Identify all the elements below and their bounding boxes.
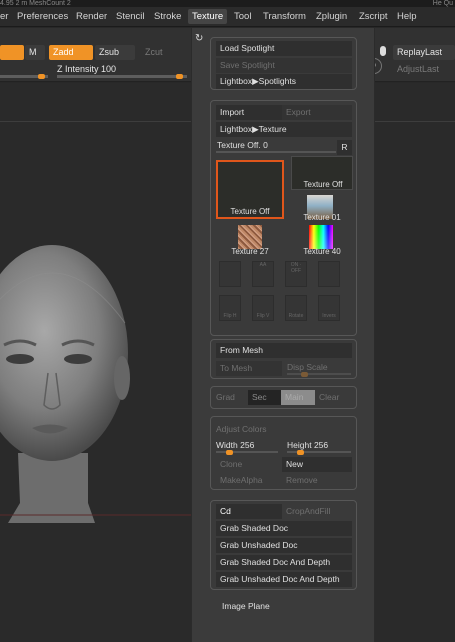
remove-button[interactable]: Remove	[282, 473, 352, 488]
make-alpha-button[interactable]: MakeAlpha	[216, 473, 282, 488]
menu-item-partial[interactable]: er	[0, 11, 8, 22]
lightbox-spotlights-button[interactable]: Lightbox▶Spotlights	[216, 74, 352, 89]
menu-bar: er Preferences Render Stencil Stroke Tex…	[0, 7, 455, 27]
lightbox-texture-button[interactable]: Lightbox▶Texture	[216, 122, 352, 137]
mesh-group: From Mesh To Mesh Disp Scale	[210, 339, 357, 379]
menu-item-preferences[interactable]: Preferences	[17, 11, 68, 22]
load-spotlight-button[interactable]: Load Spotlight	[216, 41, 352, 56]
on-off-icon[interactable]: ON · OFF	[285, 261, 307, 287]
save-spotlight-button[interactable]: Save Spotlight	[216, 58, 352, 73]
z-intensity-label: Z Intensity	[57, 64, 99, 74]
grab-shaded-doc-depth-button[interactable]: Grab Shaded Doc And Depth	[216, 555, 352, 570]
texture-thumb-label: Texture Off	[230, 207, 270, 216]
zcut-button[interactable]: Zcut	[141, 45, 181, 60]
width-knob[interactable]	[226, 450, 233, 455]
spotlight-group: Load Spotlight Save Spotlight Lightbox▶S…	[210, 37, 357, 90]
texture-option-icon[interactable]	[219, 261, 241, 287]
brush-icon[interactable]	[380, 46, 386, 56]
z-intensity-value: 100	[101, 64, 117, 74]
grab-doc-group: Cd CropAndFill Grab Shaded Doc Grab Unsh…	[210, 500, 357, 590]
adjust-last-button[interactable]: AdjustLast	[393, 62, 455, 77]
from-mesh-button[interactable]: From Mesh	[216, 343, 352, 358]
adjust-group: Adjust Colors Width 256 Height 256 Clone…	[210, 416, 357, 490]
menu-item-tool[interactable]: Tool	[234, 11, 251, 22]
flip-v-icon[interactable]: Flip V	[252, 295, 274, 321]
title-strip-right: He Qu	[432, 0, 453, 7]
width-value: 256	[240, 440, 255, 450]
new-button[interactable]: New	[282, 457, 352, 472]
z-intensity-knob[interactable]	[176, 74, 183, 79]
height-knob[interactable]	[297, 450, 304, 455]
grad-label: Grad	[216, 392, 235, 402]
sec-color-swatch[interactable]: Sec	[248, 390, 281, 405]
m-button[interactable]: M	[25, 45, 45, 60]
image-plane-submenu[interactable]: Image Plane	[222, 601, 270, 611]
clear-button[interactable]: Clear	[319, 392, 339, 402]
title-strip-text: 4.95 2 m MeshCount 2	[0, 0, 71, 7]
disp-scale-knob[interactable]	[301, 372, 308, 377]
import-button[interactable]: Import	[216, 105, 282, 120]
cd-button[interactable]: Cd	[216, 504, 282, 519]
main-color-swatch[interactable]: Main	[281, 390, 315, 405]
cellular-icon[interactable]	[318, 261, 340, 287]
export-button[interactable]: Export	[282, 105, 352, 120]
texture-off-slider[interactable]	[216, 151, 336, 153]
texture-thumb-label: Texture 27	[231, 247, 269, 256]
menu-item-transform[interactable]: Transform	[263, 11, 306, 22]
refresh-icon[interactable]: ↻	[195, 33, 203, 44]
texture-group: Import Export Lightbox▶Texture Texture O…	[210, 100, 357, 336]
antialias-icon[interactable]: AA	[252, 261, 274, 287]
zsub-button[interactable]: Zsub	[95, 45, 135, 60]
grab-unshaded-doc-depth-button[interactable]: Grab Unshaded Doc And Depth	[216, 572, 352, 587]
menu-item-stroke[interactable]: Stroke	[154, 11, 181, 22]
texture-off-slider-label: Texture Off. 0	[217, 140, 268, 150]
height-value: 256	[313, 440, 329, 450]
gradient-group: Grad Sec Main Clear	[210, 386, 357, 409]
texture-thumb-40[interactable]	[309, 225, 333, 249]
title-strip: 4.95 2 m MeshCount 2 He Qu	[0, 0, 455, 7]
clone-button[interactable]: Clone	[216, 457, 282, 472]
replay-last-button[interactable]: ReplayLast	[393, 45, 455, 60]
texture-thumb-label: Texture 01	[303, 213, 341, 222]
z-intensity-slider[interactable]	[57, 75, 187, 78]
adjust-colors-button[interactable]: Adjust Colors	[216, 424, 267, 434]
texture-palette: ↻ Load Spotlight Save Spotlight Lightbox…	[191, 28, 375, 642]
grab-unshaded-doc-button[interactable]: Grab Unshaded Doc	[216, 538, 352, 553]
texture-thumb-label: Texture Off	[303, 180, 343, 189]
texture-thumb-selected[interactable]: Texture Off	[216, 160, 284, 219]
texture-thumb-label: Texture 40	[303, 247, 341, 256]
head-model[interactable]	[0, 83, 191, 642]
menu-item-zplugin[interactable]: Zplugin	[316, 11, 347, 22]
rotate-icon[interactable]: Rotate	[285, 295, 307, 321]
width-slider-label: Width 256	[216, 440, 255, 450]
menu-item-help[interactable]: Help	[397, 11, 417, 22]
zadd-button[interactable]: Zadd	[49, 45, 93, 60]
rgb-intensity-knob[interactable]	[38, 74, 45, 79]
menu-item-texture[interactable]: Texture	[188, 9, 228, 24]
rgb-button[interactable]	[0, 45, 24, 60]
crop-and-fill-button[interactable]: CropAndFill	[282, 504, 352, 519]
menu-item-render[interactable]: Render	[76, 11, 107, 22]
menu-item-stencil[interactable]: Stencil	[116, 11, 145, 22]
grab-shaded-doc-button[interactable]: Grab Shaded Doc	[216, 521, 352, 536]
height-slider-label: Height 256	[287, 440, 329, 450]
texture-thumb-27[interactable]	[238, 225, 262, 249]
r-button[interactable]: R	[337, 140, 352, 155]
to-mesh-button[interactable]: To Mesh	[216, 361, 282, 376]
flip-h-icon[interactable]: Flip H	[219, 295, 241, 321]
invert-icon[interactable]: Invers	[318, 295, 340, 321]
texture-off-value: 0	[263, 140, 268, 150]
texture-thumb-off[interactable]: Texture Off	[291, 156, 353, 190]
menu-item-zscript[interactable]: Zscript	[359, 11, 388, 22]
disp-scale-slider[interactable]	[287, 373, 351, 375]
disp-scale-label: Disp Scale	[287, 362, 328, 372]
